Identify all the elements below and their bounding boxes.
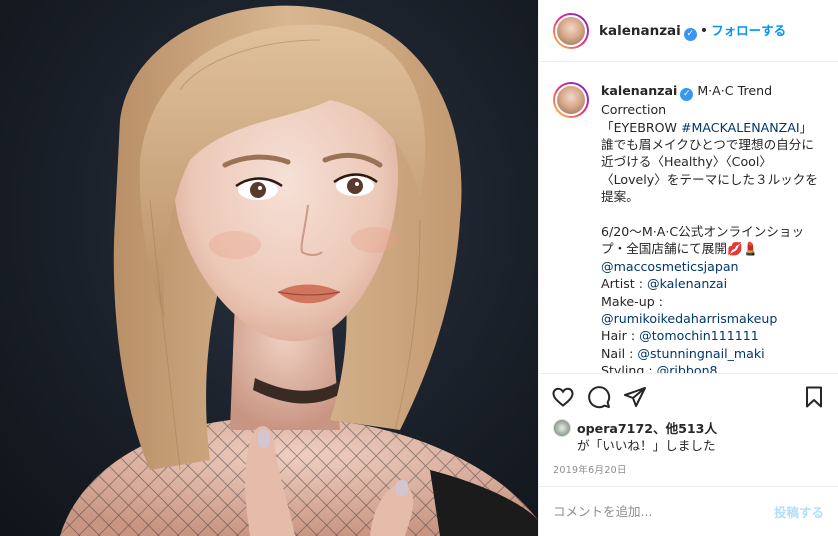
caption-avatar[interactable] — [553, 82, 589, 118]
heart-icon[interactable] — [551, 385, 575, 409]
caption-segment: Nail : — [601, 345, 634, 361]
caption-area: kalenanzai ✓ M·A·C Trend Correction 「EYEB… — [539, 62, 838, 373]
post-side-panel: kalenanzai ✓ • フォローする kalenanzai ✓ M·A·C Tre… — [538, 0, 838, 536]
header-separator: • — [699, 23, 709, 40]
header-avatar[interactable] — [553, 12, 589, 49]
liker-avatar[interactable] — [553, 419, 571, 437]
portrait-illustration — [60, 5, 538, 536]
others-count[interactable]: 、他513人 — [653, 421, 717, 436]
caption-link[interactable]: @stunningnail_maki — [637, 346, 764, 361]
post-date[interactable]: 2019年6月20日 — [539, 454, 838, 486]
verified-badge-icon: ✓ — [683, 27, 697, 41]
caption-link[interactable]: @tomochin111111 — [639, 328, 759, 343]
first-liker[interactable]: opera7172 — [577, 421, 653, 436]
instagram-post: kalenanzai ✓ • フォローする kalenanzai ✓ M·A·C Tre… — [0, 0, 838, 536]
caption-verified-badge-icon: ✓ — [680, 88, 694, 102]
bookmark-icon[interactable] — [802, 385, 826, 409]
caption-segment: Hair : — [601, 328, 636, 344]
comment-input[interactable] — [553, 504, 774, 519]
likes-summary[interactable]: opera7172、他513人 — [577, 420, 717, 437]
header-username[interactable]: kalenanzai — [599, 23, 681, 39]
caption-text: kalenanzai ✓ M·A·C Trend Correction 「EYEB… — [601, 82, 824, 373]
action-bar — [539, 373, 838, 419]
post-header: kalenanzai ✓ • フォローする — [539, 0, 838, 62]
caption-segment: Make-up : — [601, 293, 663, 309]
likes-section: opera7172、他513人 が「いいね！」しました — [539, 419, 838, 454]
post-comment-button[interactable]: 投稿する — [774, 502, 824, 521]
header-user-line: kalenanzai ✓ • フォローする — [599, 20, 786, 41]
caption-link[interactable]: #MACKALENANZAI — [681, 120, 800, 135]
caption-link[interactable]: @rumikoikedaharrismakeup — [601, 311, 777, 326]
share-icon[interactable] — [623, 385, 647, 409]
caption-segment: Styling : — [601, 363, 653, 373]
likes-row: opera7172、他513人 — [553, 419, 824, 437]
comment-bar: 投稿する — [539, 486, 838, 536]
caption-segment: 」 誰でも眉メイクひとつで理想の自分に近づける〈Healthy〉〈Cool〉〈L… — [601, 119, 818, 257]
post-photo[interactable] — [0, 0, 538, 536]
caption-username[interactable]: kalenanzai — [601, 83, 677, 98]
follow-button[interactable]: フォローする — [711, 23, 786, 38]
caption-link[interactable]: @kalenanzai — [647, 276, 727, 291]
comment-icon[interactable] — [587, 385, 611, 409]
caption-segment: Artist : — [601, 276, 643, 292]
caption-link[interactable]: @maccosmeticsjapan — [601, 259, 739, 274]
caption-link[interactable]: @ribbon8 — [657, 363, 718, 373]
likes-suffix: が「いいね！」しました — [577, 438, 716, 453]
